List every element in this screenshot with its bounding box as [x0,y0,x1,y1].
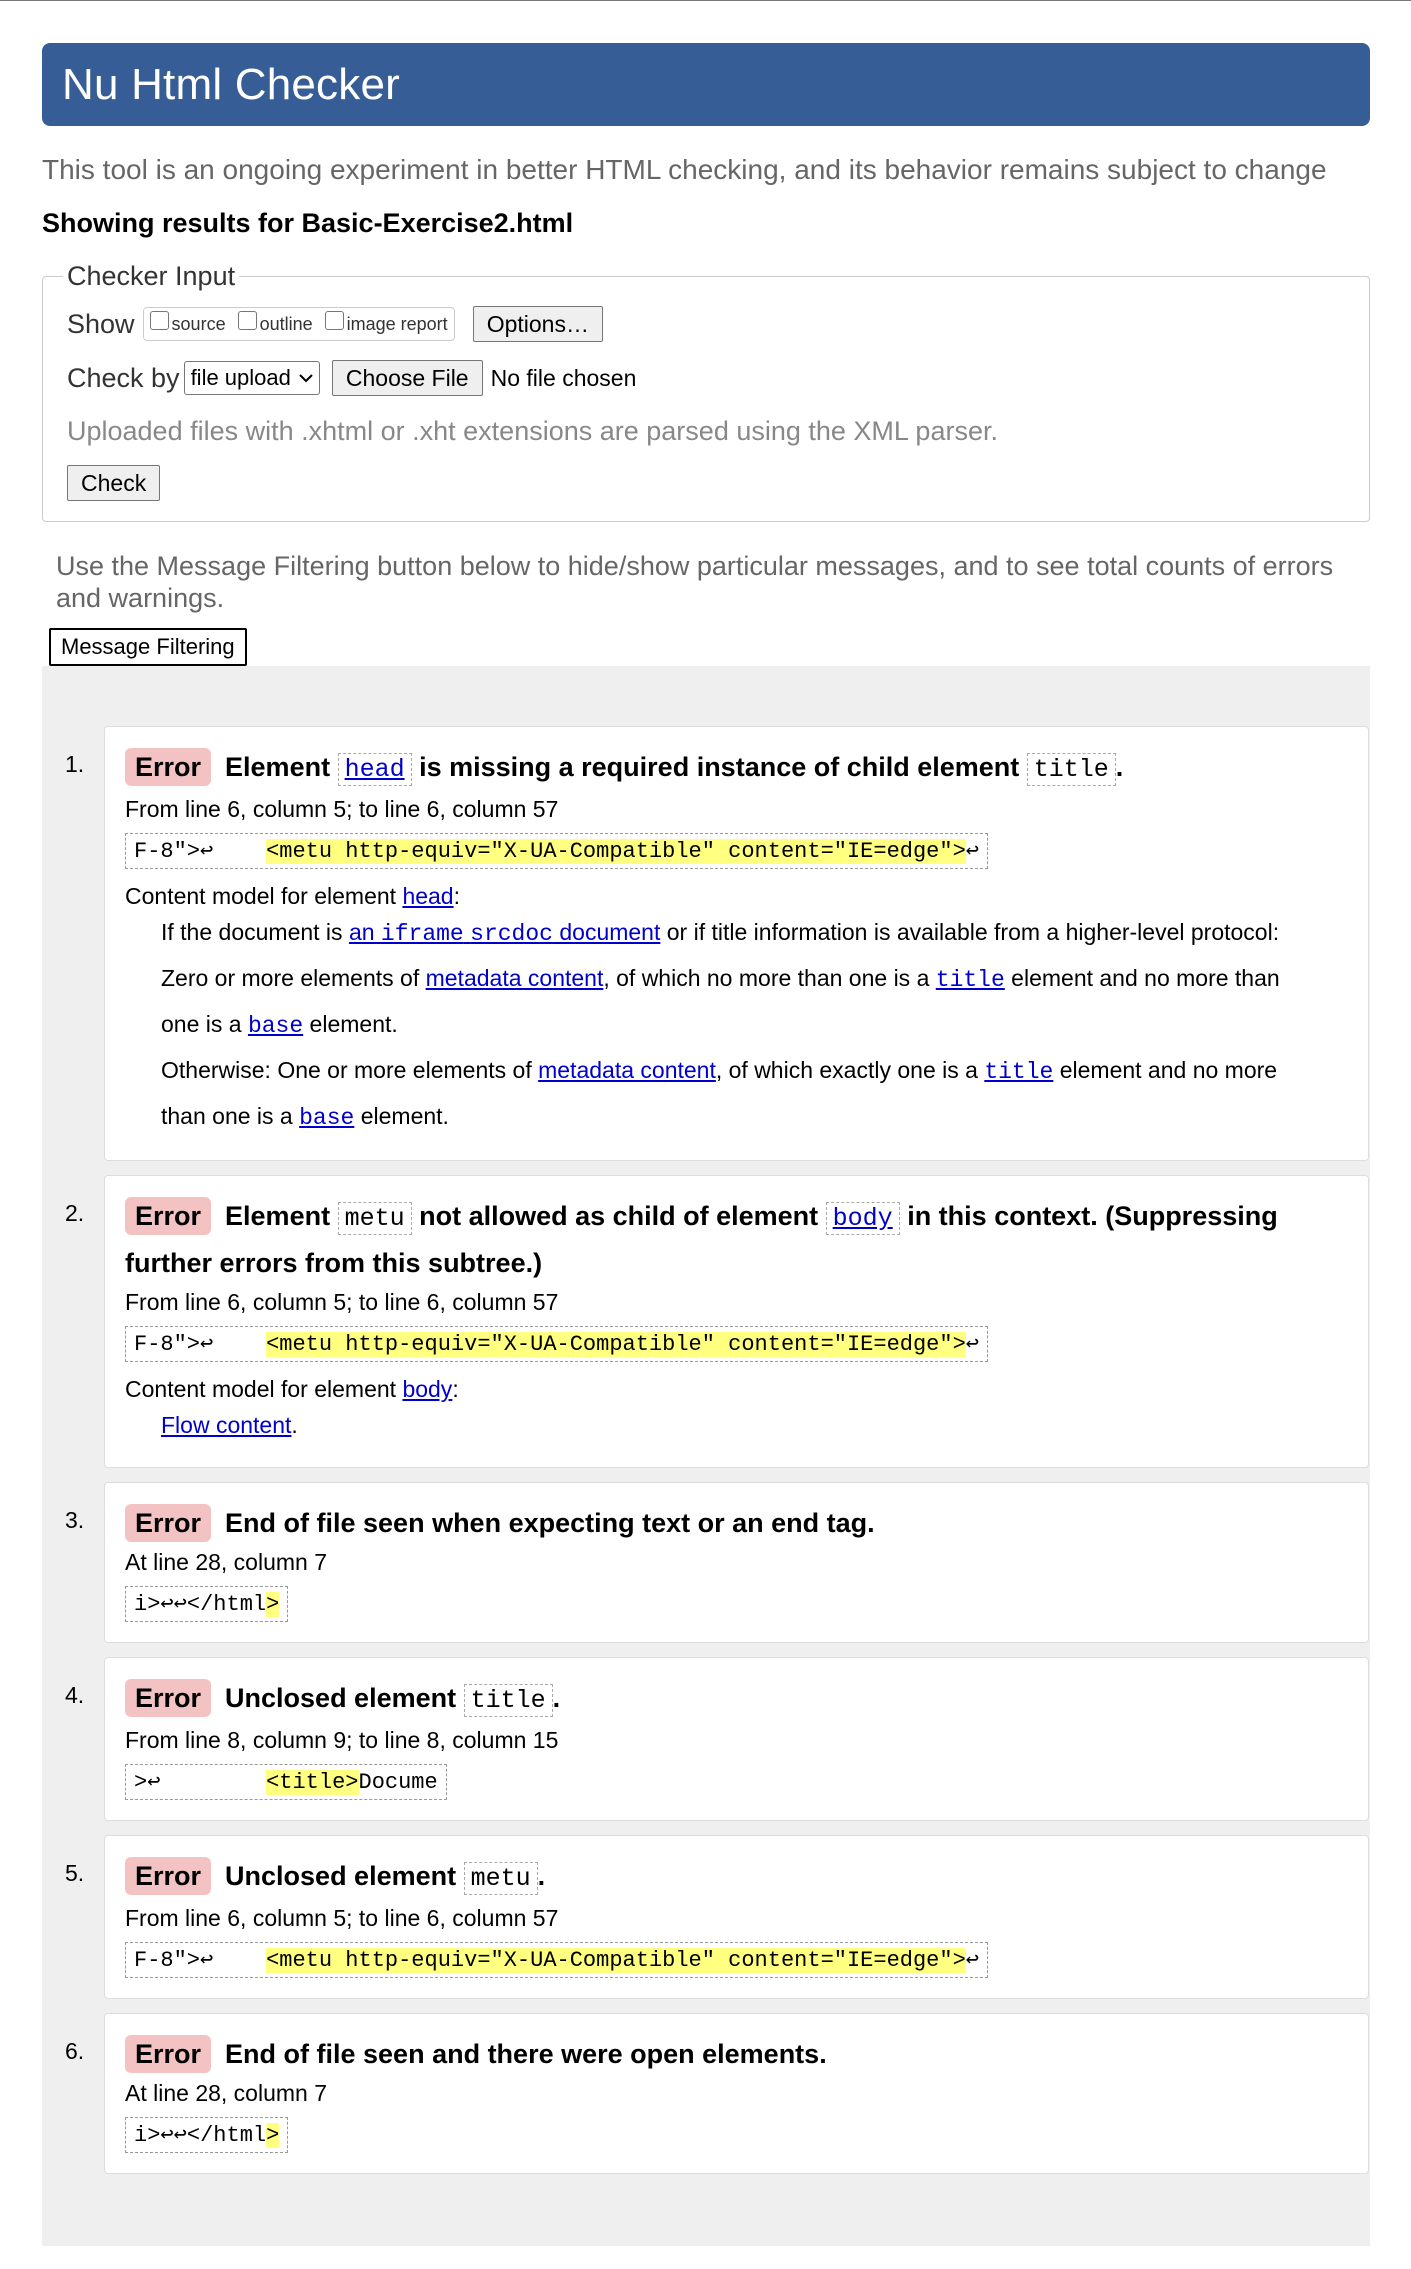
filter-hint: Use the Message Filtering button below t… [56,551,1334,613]
element-link-body[interactable]: body [825,1202,900,1235]
check-by-row: Check by file upload Choose File No file… [67,360,1345,396]
element-code: metu [337,1202,412,1235]
location-text: At line 28, column 7 [125,2080,328,2106]
check-by-select[interactable]: file upload [183,361,320,395]
no-file-text: No file chosen [490,364,637,391]
options-button[interactable]: Options… [472,306,603,342]
title-link[interactable]: title [984,1059,1053,1085]
message-item: 3. Error End of file seen when expecting … [65,1482,1369,1643]
results-heading: Showing results for Basic-Exercise2.html [42,208,574,238]
check-by-label: Check by [67,362,180,393]
message-item: 5. Error Unclosed element metu. From line… [65,1835,1369,1999]
error-badge: Error [125,1197,212,1235]
show-row: Show source outline image report Options… [67,306,1345,342]
show-source-option[interactable]: source [149,310,226,335]
xml-parser-hint: Uploaded files with .xhtml or .xht exten… [67,416,998,446]
error-badge: Error [125,1504,212,1542]
source-extract: F-8">↩ <metu http-equiv="X-UA-Compatible… [125,1942,989,1978]
element-link-head[interactable]: head [337,753,412,786]
message-number: 1. [65,751,85,777]
message-item: 6. Error End of file seen and there were … [65,2013,1369,2174]
message-list: 1. Error Element head is missing a requir… [42,726,1369,2174]
error-badge: Error [125,1857,212,1895]
error-badge: Error [125,748,212,786]
message-text: Error Unclosed element metu. [125,1854,1348,1901]
message-item: 1. Error Element head is missing a requir… [65,726,1369,1161]
base-link[interactable]: base [248,1013,303,1039]
checker-input-legend: Checker Input [67,261,236,291]
source-extract: >↩ <title>Docume [125,1764,447,1800]
location-text: From line 6, column 5; to line 6, column… [125,796,559,822]
message-text: Error Element head is missing a required … [125,745,1348,792]
base-link[interactable]: base [299,1105,354,1131]
metadata-content-link[interactable]: metadata content [538,1057,716,1083]
message-number: 5. [65,1860,85,1886]
element-code: title [1026,753,1116,786]
flow-content-link[interactable]: Flow content [161,1412,291,1438]
element-code: metu [463,1862,538,1895]
location-text: From line 6, column 5; to line 6, column… [125,1905,559,1931]
content-model-details: Flow content. [161,1412,298,1438]
location-text: From line 8, column 9; to line 8, column… [125,1727,559,1753]
content-model: Content model for element body: [125,1376,459,1402]
source-extract: i>↩↩</html> [125,2117,289,2153]
element-code: title [463,1684,553,1717]
message-filtering-button[interactable]: Message Filtering [49,628,247,666]
location-text: At line 28, column 7 [125,1549,328,1575]
source-extract: F-8">↩ <metu http-equiv="X-UA-Compatible… [125,833,989,869]
page-title: Nu Html Checker [62,59,400,109]
message-number: 6. [65,2038,85,2064]
message-number: 2. [65,1200,85,1226]
message-text: Error Element metu not allowed as child o… [125,1194,1348,1285]
show-options-group: source outline image report [142,307,455,341]
content-model-link[interactable]: head [402,883,453,909]
message-number: 3. [65,1507,85,1533]
content-model: Content model for element head: [125,883,460,909]
title-link[interactable]: title [936,967,1005,993]
source-extract: i>↩↩</html> [125,1586,289,1622]
show-image-report-option[interactable]: image report [324,310,448,335]
iframe-srcdoc-link[interactable]: an iframe srcdoc document [349,919,660,947]
source-checkbox[interactable] [149,310,169,330]
location-text: From line 6, column 5; to line 6, column… [125,1289,559,1315]
tagline: This tool is an ongoing experiment in be… [42,154,1327,185]
message-number: 4. [65,1682,85,1708]
message-text: Error End of file seen and there were ope… [125,2032,1348,2076]
message-text: Error Unclosed element title. [125,1676,1348,1723]
checker-input-fieldset: Checker Input Show source outline image … [42,261,1370,522]
choose-file-button[interactable]: Choose File [331,360,483,396]
message-item: 2. Error Element metu not allowed as chil… [65,1175,1369,1468]
source-extract: F-8">↩ <metu http-equiv="X-UA-Compatible… [125,1326,989,1362]
top-border [0,0,1411,1]
error-badge: Error [125,1679,212,1717]
check-button[interactable]: Check [67,465,161,501]
results-panel: 1. Error Element head is missing a requir… [42,666,1370,2246]
message-item: 4. Error Unclosed element title. From lin… [65,1657,1369,1821]
page: Nu Html Checker This tool is an ongoing … [42,43,1370,2246]
outline-checkbox[interactable] [237,310,257,330]
show-label: Show [67,308,135,339]
content-model-details: If the document is an iframe srcdoc docu… [161,919,1280,1131]
image-report-checkbox[interactable] [324,310,344,330]
metadata-content-link[interactable]: metadata content [426,965,604,991]
show-outline-option[interactable]: outline [237,310,313,335]
error-badge: Error [125,2035,212,2073]
content-model-link[interactable]: body [402,1376,452,1402]
message-text: Error End of file seen when expecting tex… [125,1501,1348,1545]
chevron-down-icon [299,373,313,382]
page-title-banner: Nu Html Checker [42,43,1370,126]
